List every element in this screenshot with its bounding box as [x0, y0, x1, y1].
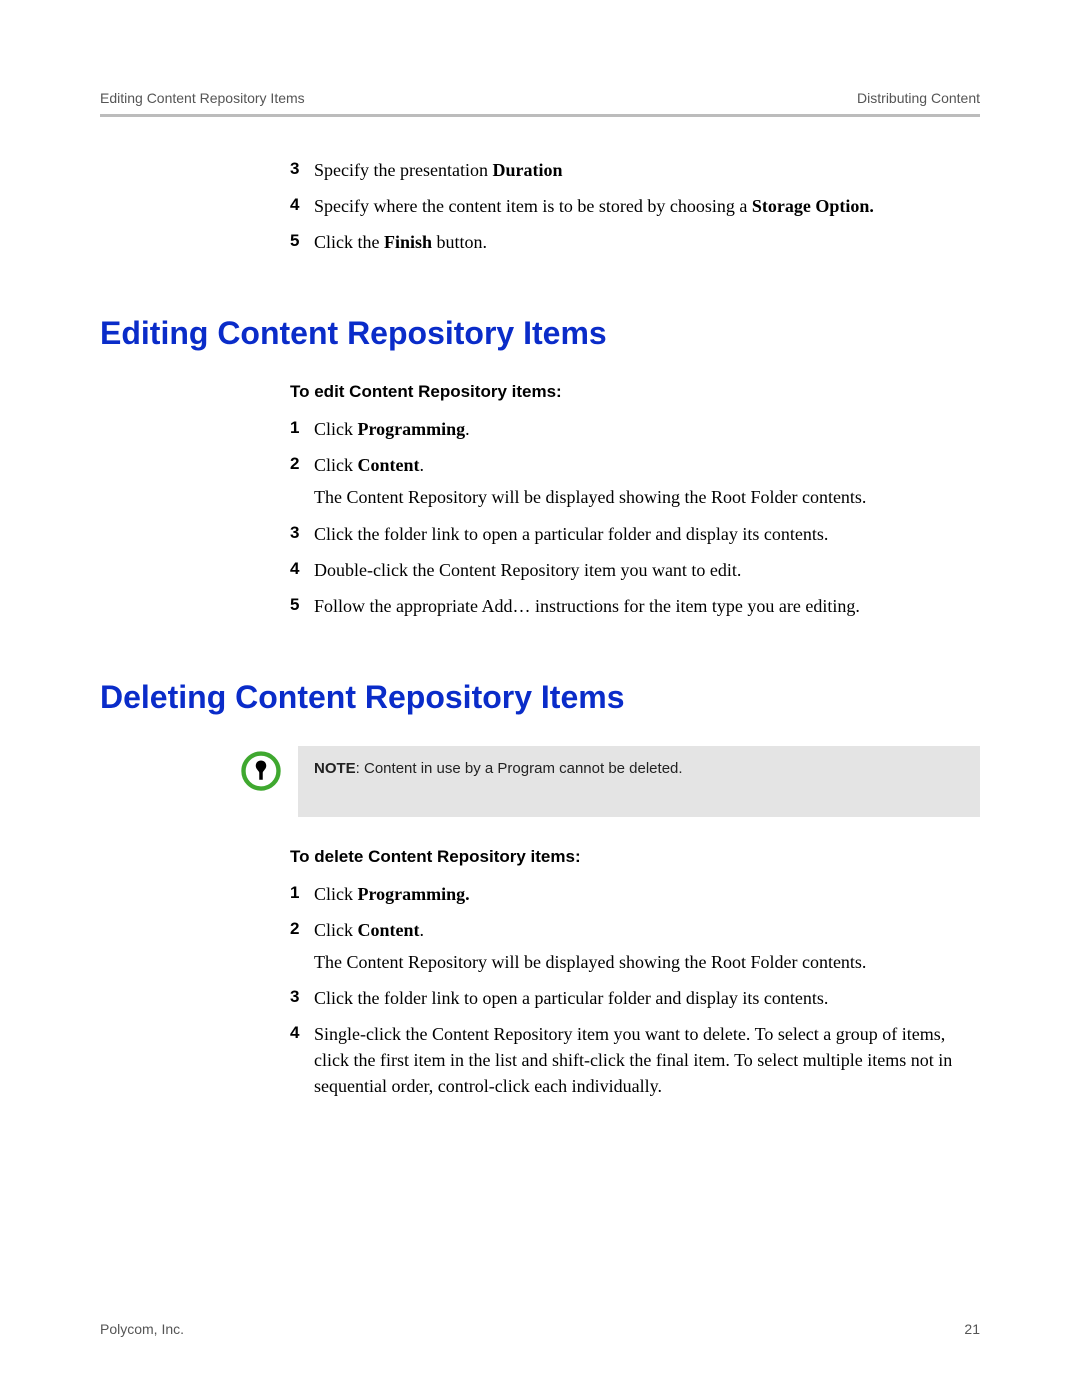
step-number: 3 — [290, 521, 314, 546]
page: Editing Content Repository Items Distrib… — [0, 0, 1080, 1397]
step: 4Single-click the Content Repository ite… — [290, 1021, 960, 1099]
note-text: : Content in use by a Program cannot be … — [356, 760, 683, 777]
step-text: Click Programming. — [314, 881, 960, 907]
page-header: Editing Content Repository Items Distrib… — [100, 90, 980, 117]
step-subtext: The Content Repository will be displayed… — [314, 949, 960, 975]
step-text: Click the Finish button. — [314, 229, 960, 255]
header-right: Distributing Content — [857, 90, 980, 106]
edit-block: To edit Content Repository items: 1Click… — [290, 382, 960, 619]
step: 3Specify the presentation Duration — [290, 157, 960, 183]
section-title-editing: Editing Content Repository Items — [100, 315, 980, 352]
step: 5Follow the appropriate Add… instruction… — [290, 593, 960, 619]
step-text: Click the folder link to open a particul… — [314, 521, 960, 547]
step-number: 2 — [290, 452, 314, 477]
footer-left: Polycom, Inc. — [100, 1321, 184, 1337]
step-text: Specify where the content item is to be … — [314, 193, 960, 219]
step: 4Double-click the Content Repository ite… — [290, 557, 960, 583]
step-number: 2 — [290, 917, 314, 942]
delete-steps: 1Click Programming.2Click Content.The Co… — [290, 881, 960, 1100]
delete-block: To delete Content Repository items: 1Cli… — [290, 847, 960, 1100]
delete-subheading: To delete Content Repository items: — [290, 847, 960, 867]
step-text: Specify the presentation Duration — [314, 157, 960, 183]
step-text: Double-click the Content Repository item… — [314, 557, 960, 583]
step: 2Click Content.The Content Repository wi… — [290, 452, 960, 510]
step-number: 4 — [290, 193, 314, 218]
edit-steps: 1Click Programming.2Click Content.The Co… — [290, 416, 960, 619]
step-number: 4 — [290, 1021, 314, 1046]
step-number: 5 — [290, 229, 314, 254]
step-subtext: The Content Repository will be displayed… — [314, 484, 960, 510]
pin-icon — [240, 750, 282, 792]
header-left: Editing Content Repository Items — [100, 90, 305, 106]
step-text: Click the folder link to open a particul… — [314, 985, 960, 1011]
step: 2Click Content.The Content Repository wi… — [290, 917, 960, 975]
edit-subheading: To edit Content Repository items: — [290, 382, 960, 402]
intro-steps: 3Specify the presentation Duration4Speci… — [290, 157, 960, 255]
step-text: Click Content.The Content Repository wil… — [314, 452, 960, 510]
step-number: 5 — [290, 593, 314, 618]
note-row: NOTE: Content in use by a Program cannot… — [240, 746, 980, 817]
note-box: NOTE: Content in use by a Program cannot… — [298, 746, 980, 817]
step-text: Follow the appropriate Add… instructions… — [314, 593, 960, 619]
step: 1Click Programming. — [290, 881, 960, 907]
step-number: 4 — [290, 557, 314, 582]
step: 5Click the Finish button. — [290, 229, 960, 255]
section-title-deleting: Deleting Content Repository Items — [100, 679, 980, 716]
page-footer: Polycom, Inc. 21 — [100, 1321, 980, 1337]
step-number: 3 — [290, 985, 314, 1010]
step: 1Click Programming. — [290, 416, 960, 442]
step-number: 1 — [290, 416, 314, 441]
step-text: Click Programming. — [314, 416, 960, 442]
step: 4Specify where the content item is to be… — [290, 193, 960, 219]
note-label: NOTE — [314, 760, 356, 777]
step-number: 1 — [290, 881, 314, 906]
step-text: Single-click the Content Repository item… — [314, 1021, 960, 1099]
footer-right: 21 — [964, 1321, 980, 1337]
step: 3Click the folder link to open a particu… — [290, 521, 960, 547]
step-number: 3 — [290, 157, 314, 182]
step-text: Click Content.The Content Repository wil… — [314, 917, 960, 975]
step: 3Click the folder link to open a particu… — [290, 985, 960, 1011]
